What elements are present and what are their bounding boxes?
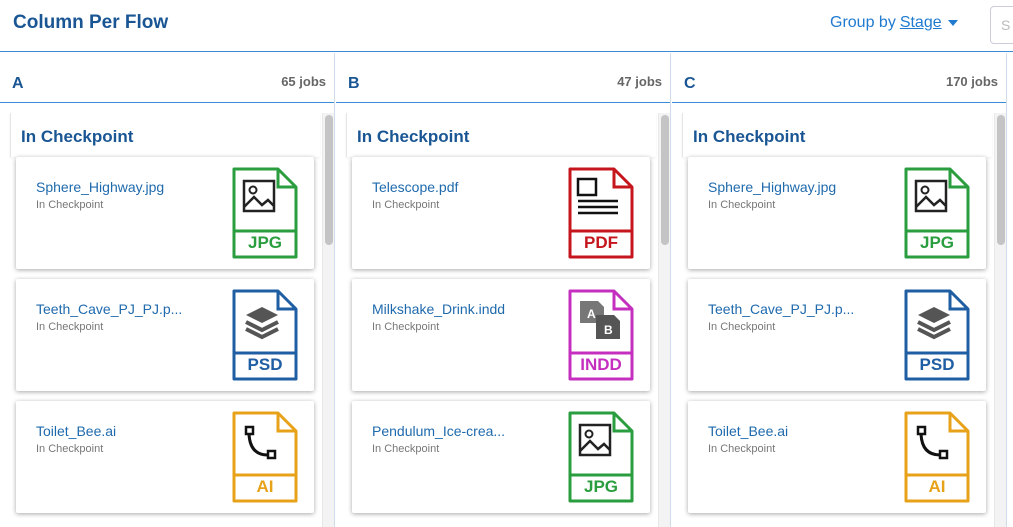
job-count: 65 jobs	[281, 74, 326, 89]
scroll-thumb[interactable]	[325, 115, 333, 245]
job-name[interactable]: Sphere_Highway.jpg	[708, 179, 888, 195]
svg-text:A: A	[587, 307, 596, 321]
job-card[interactable]: Teeth_Cave_PJ_PJ.p... In Checkpoint PSD	[16, 279, 314, 391]
group-by-label: Group by	[830, 14, 896, 31]
page-header: Column Per Flow Group by Stage S	[0, 0, 1013, 52]
job-count: 47 jobs	[617, 74, 662, 89]
file-type-label: PSD	[919, 355, 955, 374]
job-name[interactable]: Sphere_Highway.jpg	[36, 179, 216, 195]
file-type-label: JPG	[247, 233, 283, 252]
layers-file-icon: PSD	[904, 289, 970, 381]
image-file-icon: JPG	[568, 411, 634, 503]
job-name[interactable]: Toilet_Bee.ai	[708, 423, 888, 439]
scroll-thumb[interactable]	[997, 115, 1005, 245]
column-header: B 47 jobs	[336, 53, 670, 103]
flow-column: C 170 jobs In Checkpoint Sphere_Highway.…	[672, 53, 1007, 527]
stage-panel: In Checkpoint Sphere_Highway.jpg In Chec…	[10, 113, 334, 527]
flow-column: A 65 jobs In Checkpoint Sphere_Highway.j…	[0, 53, 335, 527]
group-by-value[interactable]: Stage	[900, 14, 942, 31]
column-header: A 65 jobs	[0, 53, 334, 103]
job-card[interactable]: Pendulum_Ice-crea... In Checkpoint JPG	[352, 401, 650, 513]
column-name: B	[348, 75, 360, 92]
caret-down-icon[interactable]	[947, 19, 958, 26]
scrollbar[interactable]	[322, 113, 334, 527]
job-status: In Checkpoint	[372, 321, 440, 333]
column-name: C	[684, 75, 696, 92]
stage-title: In Checkpoint	[346, 113, 656, 157]
job-card[interactable]: Telescope.pdf In Checkpoint PDF	[352, 157, 650, 269]
job-status: In Checkpoint	[708, 199, 776, 211]
job-status: In Checkpoint	[36, 321, 104, 333]
scrollbar[interactable]	[994, 113, 1006, 527]
layers-file-icon: PSD	[232, 289, 298, 381]
scroll-thumb[interactable]	[661, 115, 669, 245]
file-type-label: PSD	[247, 355, 283, 374]
file-type-label: JPG	[919, 233, 955, 252]
flow-column: B 47 jobs In Checkpoint Telescope.pdf In…	[336, 53, 671, 527]
job-card[interactable]: Milkshake_Drink.indd In Checkpoint A B I…	[352, 279, 650, 391]
column-header: C 170 jobs	[672, 53, 1006, 103]
file-type-label: INDD	[580, 355, 622, 374]
search-input[interactable]: S	[990, 6, 1013, 44]
job-name[interactable]: Toilet_Bee.ai	[36, 423, 216, 439]
job-status: In Checkpoint	[708, 443, 776, 455]
svg-text:B: B	[604, 323, 613, 337]
stage-panel: In Checkpoint Telescope.pdf In Checkpoin…	[346, 113, 670, 527]
stage-title: In Checkpoint	[682, 113, 992, 157]
job-name[interactable]: Pendulum_Ice-crea...	[372, 423, 552, 439]
search-placeholder: S	[1001, 17, 1011, 33]
job-name[interactable]: Teeth_Cave_PJ_PJ.p...	[36, 301, 216, 317]
file-type-label: AI	[928, 477, 946, 496]
vector-file-icon: AI	[232, 411, 298, 503]
job-card[interactable]: Sphere_Highway.jpg In Checkpoint JPG	[688, 157, 986, 269]
file-type-label: AI	[256, 477, 274, 496]
stage-panel: In Checkpoint Sphere_Highway.jpg In Chec…	[682, 113, 1006, 527]
job-name[interactable]: Telescope.pdf	[372, 179, 552, 195]
scrollbar[interactable]	[658, 113, 670, 527]
job-card[interactable]: Toilet_Bee.ai In Checkpoint AI	[688, 401, 986, 513]
image-file-icon: JPG	[232, 167, 298, 259]
job-card[interactable]: Toilet_Bee.ai In Checkpoint AI	[16, 401, 314, 513]
stage-title: In Checkpoint	[10, 113, 320, 157]
job-count: 170 jobs	[945, 74, 998, 89]
job-status: In Checkpoint	[36, 443, 104, 455]
job-status: In Checkpoint	[372, 199, 440, 211]
page-title: Column Per Flow	[13, 12, 169, 33]
file-type-label: JPG	[583, 477, 619, 496]
document-file-icon: PDF	[568, 167, 634, 259]
job-card[interactable]: Teeth_Cave_PJ_PJ.p... In Checkpoint PSD	[688, 279, 986, 391]
job-card[interactable]: Sphere_Highway.jpg In Checkpoint JPG	[16, 157, 314, 269]
job-status: In Checkpoint	[36, 199, 104, 211]
job-name[interactable]: Teeth_Cave_PJ_PJ.p...	[708, 301, 888, 317]
column-name: A	[12, 75, 24, 92]
image-file-icon: JPG	[904, 167, 970, 259]
job-status: In Checkpoint	[708, 321, 776, 333]
indesign-file-icon: A B INDD	[568, 289, 634, 381]
file-type-label: PDF	[584, 233, 618, 252]
job-status: In Checkpoint	[372, 443, 440, 455]
vector-file-icon: AI	[904, 411, 970, 503]
group-by-control[interactable]: Group by Stage	[830, 14, 958, 32]
job-name[interactable]: Milkshake_Drink.indd	[372, 301, 552, 317]
